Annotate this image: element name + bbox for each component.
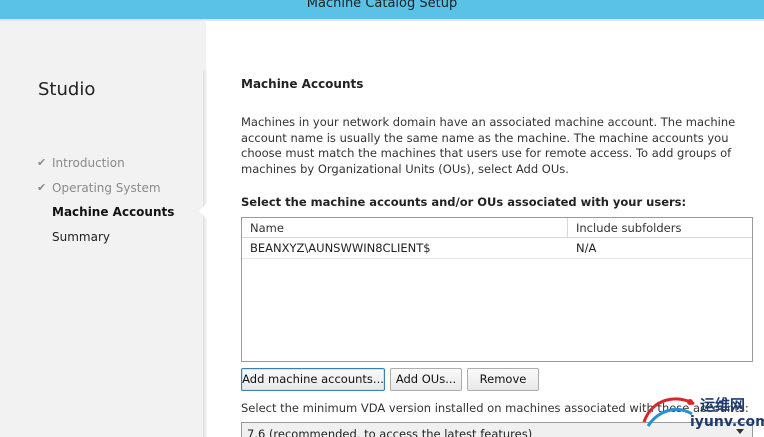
- step-operating-system: Operating System: [52, 181, 161, 195]
- check-icon: ✔: [37, 181, 47, 194]
- page-title: Machine Accounts: [241, 77, 364, 91]
- table-row[interactable]: BEANXYZ\AUNSWWIN8CLIENT$ N/A: [242, 238, 752, 259]
- active-step-pointer-icon: [199, 203, 207, 219]
- sidebar-shadow: [203, 70, 207, 437]
- step-summary: Summary: [52, 230, 110, 244]
- accounts-select-label: Select the machine accounts and/or OUs a…: [241, 195, 687, 209]
- cell-name: BEANXYZ\AUNSWWIN8CLIENT$: [250, 241, 431, 255]
- watermark: 运维网 iyunv.com: [638, 386, 764, 436]
- window-title: Machine Catalog Setup: [306, 0, 458, 11]
- column-separator[interactable]: [567, 218, 568, 238]
- cell-include-subfolders: N/A: [576, 241, 597, 255]
- title-bar: Machine Catalog Setup: [0, 0, 764, 19]
- brand-title: Studio: [38, 79, 96, 100]
- machine-accounts-table[interactable]: Name Include subfolders BEANXYZ\AUNSWWIN…: [241, 217, 753, 362]
- add-ous-button[interactable]: Add OUs...: [390, 368, 462, 391]
- watermark-logo-icon: [642, 397, 695, 427]
- sidebar: [0, 21, 206, 437]
- check-icon: ✔: [37, 156, 47, 169]
- watermark-text-secondary: iyunv.com: [690, 414, 764, 430]
- watermark-text-primary: 运维网: [700, 396, 746, 414]
- column-header-include-subfolders[interactable]: Include subfolders: [576, 221, 681, 235]
- vda-version-value: 7.6 (recommended, to access the latest f…: [247, 427, 533, 437]
- page-description: Machines in your network domain have an …: [241, 115, 736, 176]
- remove-button[interactable]: Remove: [467, 368, 539, 391]
- step-machine-accounts: Machine Accounts: [52, 205, 175, 219]
- step-introduction: Introduction: [52, 156, 125, 170]
- table-header: Name Include subfolders: [242, 218, 752, 238]
- add-machine-accounts-button[interactable]: Add machine accounts...: [241, 368, 385, 391]
- column-header-name[interactable]: Name: [250, 221, 284, 235]
